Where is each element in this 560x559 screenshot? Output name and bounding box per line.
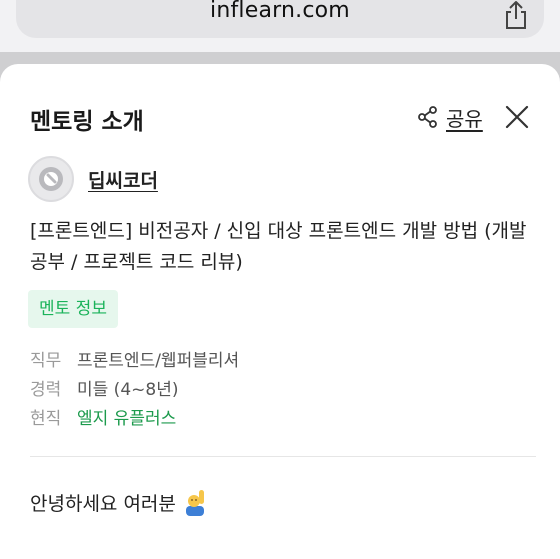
browser-top-bar: inflearn.com [0,0,560,52]
info-key: 현직 [30,409,62,429]
info-value: 미들 (4~8년) [77,380,179,400]
url-text[interactable]: inflearn.com [16,0,544,23]
info-row-career: 경력 미들 (4~8년) [30,373,239,402]
info-value: 엘지 유플러스 [77,409,177,429]
address-bar[interactable]: inflearn.com [16,0,544,38]
divider [30,456,536,457]
share-button[interactable]: 공유 [418,102,483,132]
close-icon[interactable] [504,104,530,130]
mentor-logo-icon [39,167,63,191]
info-row-job: 직무 프론트엔드/웹퍼블리셔 [30,344,239,373]
mentor-name[interactable]: 딥씨코더 [88,166,158,193]
greeting-text: 안녕하세요 여러분 [30,492,176,515]
mentor-info-badge: 멘토 정보 [28,290,118,328]
mentor-profile[interactable]: 딥씨코더 [28,156,158,202]
mentor-info-list: 직무 프론트엔드/웹퍼블리셔 경력 미들 (4~8년) 현직 엘지 유플러스 [30,344,239,431]
share-nodes-icon [418,106,437,128]
share-label: 공유 [446,106,483,131]
info-key: 경력 [30,380,62,400]
info-row-company: 현직 엘지 유플러스 [30,402,239,431]
mentoring-sheet: 멘토링 소개 공유 딥씨코더 [프론트엔드] 비전공자 / 신입 대상 프론트엔… [0,64,560,559]
info-key: 직무 [30,351,62,371]
avatar[interactable] [28,156,74,202]
greeting-text-row: 안녕하세요 여러분 [30,488,208,516]
info-value: 프론트엔드/웹퍼블리셔 [77,351,240,371]
raising-hand-emoji-icon [185,490,204,516]
mentoring-headline: [프론트엔드] 비전공자 / 신입 대상 프론트엔드 개발 방법 (개발 공부 … [30,220,527,273]
browser-share-icon[interactable] [502,0,530,30]
sheet-title: 멘토링 소개 [30,109,144,135]
